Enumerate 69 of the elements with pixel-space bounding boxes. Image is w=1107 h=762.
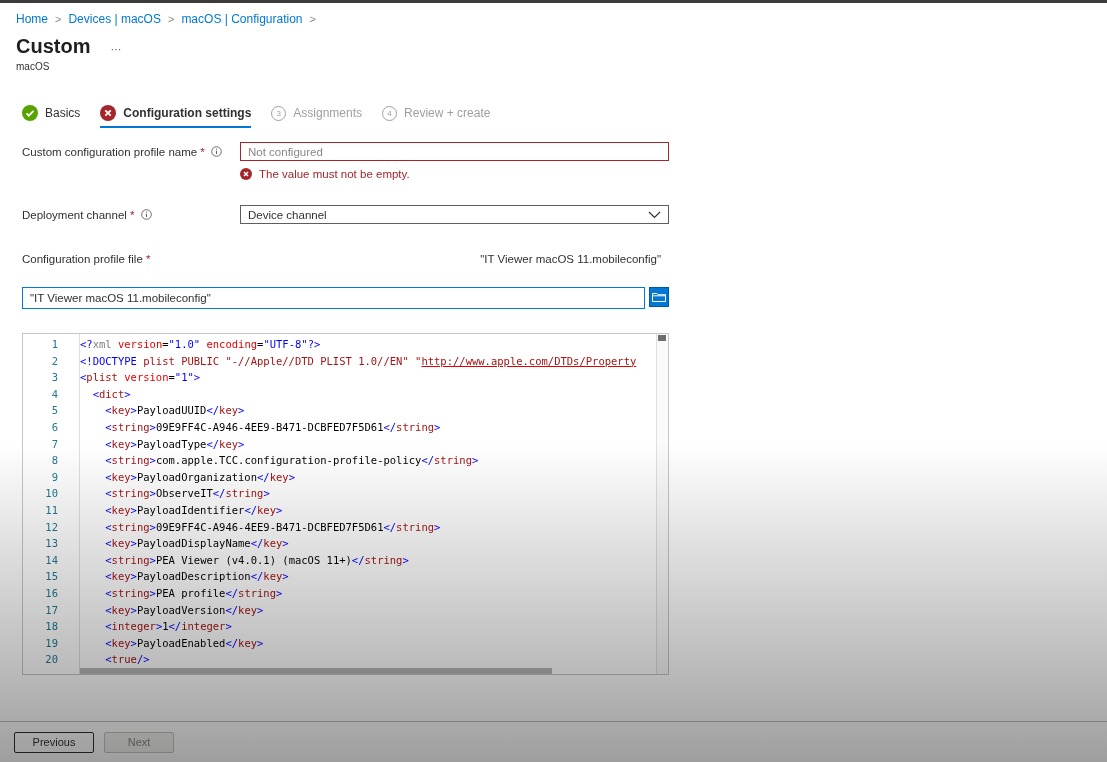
page-title: Custom [16,35,91,58]
scrollbar-thumb[interactable] [80,668,552,674]
more-options-button[interactable]: ··· [110,43,122,55]
code-line: <key>PayloadVersion</key> [104,602,265,618]
error-message: The value must not be empty. [259,168,410,180]
line-number: 4 [50,386,59,402]
line-number: 19 [44,635,59,651]
code-line: <key>PayloadIdentifier</key> [104,502,284,518]
line-number: 11 [44,502,59,518]
line-number: 12 [44,519,59,535]
line-number: 7 [50,436,59,452]
line-number: 2 [50,353,59,369]
field-label: Custom configuration profile name * [22,145,205,158]
line-number: 3 [50,370,59,386]
breadcrumb-separator: > [167,13,175,25]
text-field[interactable]: Not configured [240,142,669,161]
breadcrumb-separator: > [55,13,62,25]
folder-icon [652,292,666,302]
code-line: <string>ObserveIT</string> [104,486,271,502]
line-number: 10 [44,486,59,502]
line-number: 17 [44,602,59,618]
chevron-down-icon [648,210,661,219]
code-line: <key>PayloadEnabled</key> [104,635,265,651]
page-subtitle: macOS [16,61,51,72]
line-number: 9 [50,469,59,485]
line-number: 14 [44,552,59,568]
breadcrumb-link[interactable]: macOS | Configuration [181,12,303,26]
code-line: <string>PEA profile</string> [104,585,284,601]
breadcrumb-link[interactable]: Home [16,12,48,26]
code-line: <string>PEA Viewer (v4.0.1) (macOS 11+)</string> [104,552,410,568]
error-icon [240,168,252,180]
field-label: Configuration profile file * [22,253,151,265]
dropdown[interactable]: Device channel [240,205,669,224]
code-line: <key>PayloadDisplayName</key> [104,536,290,552]
code-line: <true/> [104,652,151,668]
line-number: 6 [50,419,59,435]
breadcrumb-link[interactable]: Devices | macOS [68,12,161,26]
code-line: <plist version="1"> [80,370,202,386]
code-editor[interactable] [22,333,669,675]
code-line: <string>com.apple.TCC.configuration-profile-policy</string> [104,453,480,469]
file-name: "IT Viewer macOS 11.mobileconfig" [479,253,662,265]
code-line: <integer>1</integer> [104,619,233,635]
browse-button[interactable] [649,287,669,307]
previous-button[interactable]: Previous [14,731,94,753]
scrollbar[interactable] [656,334,668,674]
wizard-tab[interactable]: 4 Review + create [382,102,491,128]
code-line: <key>PayloadType</key> [104,436,246,452]
line-number: 13 [44,536,59,552]
line-number: 20 [44,652,59,668]
code-line: <!DOCTYPE plist PUBLIC "-//Apple//DTD PLIST 1.0//EN" "http://www.apple.com/DTDs/Property [80,353,638,369]
line-number: 1 [50,337,59,352]
code-line: <key>PayloadUUID</key> [104,403,246,419]
code-line: <string>09E9FF4C-A946-4EE9-B471-DCBFED7F5D61</string> [104,519,442,535]
code-line: <key>PayloadOrganization</key> [104,469,296,485]
wizard-tab[interactable]: 3 Assignments [271,102,363,128]
wizard-tab[interactable]: Basics [22,102,81,128]
line-number: 16 [44,585,59,601]
code-line: <string>09E9FF4C-A946-4EE9-B471-DCBFED7F5D61</string> [104,419,442,435]
line-number: 15 [44,569,59,585]
field-label: Deployment channel * [22,208,135,221]
code-line: <dict> [91,386,132,402]
line-number: 8 [50,453,59,469]
code-line: <key>PayloadDescription</key> [104,569,290,585]
line-number: 5 [50,403,59,419]
code-line: <?xml version="1.0" encoding="UTF-8"?> [80,337,322,352]
breadcrumb-separator: > [309,13,316,25]
file-path-field[interactable]: "IT Viewer macOS 11.mobileconfig" [22,287,645,309]
line-number: 18 [44,619,59,635]
wizard-tab[interactable]: Configuration settings [100,102,252,128]
